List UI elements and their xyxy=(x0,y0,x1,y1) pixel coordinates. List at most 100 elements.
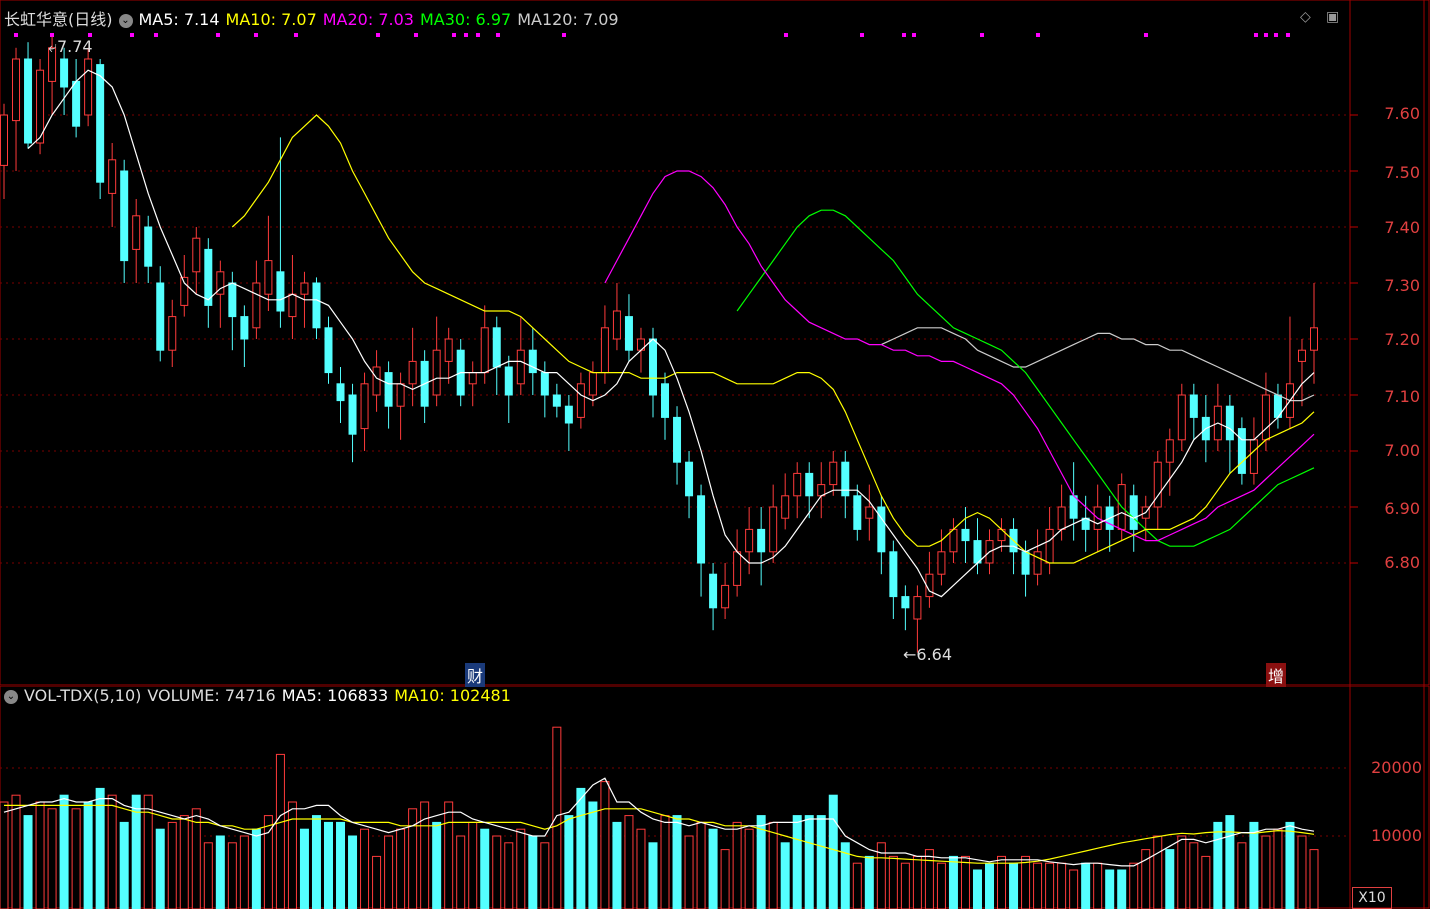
volume-bar xyxy=(576,787,586,909)
equity-increase-marker[interactable]: 增 xyxy=(1266,663,1287,687)
volume-bar xyxy=(744,828,754,909)
financial-report-marker[interactable]: 财 xyxy=(465,663,486,687)
toggle-circle-icon[interactable]: ⌄ xyxy=(4,689,18,704)
event-dot xyxy=(860,33,864,37)
candle-body xyxy=(564,405,573,424)
candle-body xyxy=(240,316,249,340)
ma5-label: MA5: 7.14 xyxy=(138,10,220,29)
candle-body xyxy=(1189,394,1198,418)
volume-bar xyxy=(1261,835,1271,909)
volume-bar xyxy=(816,815,826,909)
volume-unit-badge[interactable]: X10 xyxy=(1352,887,1392,909)
candle-body xyxy=(745,528,754,553)
candle-body xyxy=(600,327,609,374)
volume-bar xyxy=(660,815,670,909)
volume-bar xyxy=(155,828,165,909)
candle-body xyxy=(336,383,345,402)
volume-bar xyxy=(684,835,694,909)
volume-bar xyxy=(348,835,358,909)
price-tick: 7.20 xyxy=(1384,330,1420,349)
candle-body xyxy=(1249,439,1258,474)
volume-bar xyxy=(275,753,285,909)
price-tick: 7.60 xyxy=(1384,104,1420,123)
candle-body xyxy=(576,383,585,418)
volume-bar xyxy=(540,842,550,909)
volume-bar xyxy=(360,828,370,909)
candle-body xyxy=(444,338,453,362)
event-dot xyxy=(1274,33,1278,37)
candle-body xyxy=(360,383,369,430)
diamond-icon[interactable]: ◇ xyxy=(1300,9,1311,25)
volume-bar xyxy=(1117,869,1127,909)
candle-body xyxy=(1057,506,1066,530)
event-dot xyxy=(216,33,220,37)
volume-bar xyxy=(708,828,718,909)
candle-body xyxy=(661,383,670,418)
volume-bar xyxy=(311,815,321,909)
volume-bar xyxy=(1045,862,1055,909)
price-chart[interactable] xyxy=(0,0,1430,686)
event-dot xyxy=(476,33,480,37)
volume-bar xyxy=(215,835,225,909)
candle-body xyxy=(685,461,694,497)
candle-body xyxy=(192,237,201,273)
event-dot xyxy=(562,33,566,37)
volume-bar xyxy=(1201,855,1211,909)
volume-indicator-name[interactable]: VOL-TDX(5,10) xyxy=(24,686,141,705)
volume-chart[interactable] xyxy=(0,686,1430,909)
event-dot xyxy=(912,33,916,37)
candle-body xyxy=(108,159,117,194)
volume-tick: 10000 xyxy=(1371,826,1422,845)
volume-bar xyxy=(1165,849,1175,909)
ma20-line xyxy=(604,170,1315,542)
candle-body xyxy=(624,316,633,351)
candle-body xyxy=(384,372,393,407)
candle-body xyxy=(552,394,561,407)
volume-bar xyxy=(948,855,958,909)
candle-body xyxy=(612,310,621,340)
volume-bar xyxy=(107,794,117,909)
high-price-label: ⤶7.74 xyxy=(48,37,93,56)
candle-body xyxy=(1297,349,1306,362)
volume-bar xyxy=(624,815,634,909)
candle-body xyxy=(120,170,129,262)
candle-body xyxy=(396,383,405,407)
candle-body xyxy=(228,282,237,318)
volume-bar xyxy=(997,855,1007,909)
volume-header: ⌄ VOL-TDX(5,10) VOLUME: 74716 MA5: 106833 MA… xyxy=(4,686,517,705)
candle-body xyxy=(889,551,898,598)
candle-body xyxy=(348,394,357,435)
toggle-circle-icon[interactable]: ⌄ xyxy=(118,13,133,28)
chart-header: 长虹华意(日线) ⌄ MA5: 7.14 MA10: 7.07 MA20: 7.03 MA… xyxy=(4,6,625,30)
volume-bar xyxy=(492,835,502,909)
volume-bar xyxy=(888,855,898,909)
volume-bar xyxy=(732,821,742,909)
volume-bar xyxy=(35,801,45,909)
ma120-label: MA120: 7.09 xyxy=(517,10,619,29)
event-dot xyxy=(1254,33,1258,37)
stock-name[interactable]: 长虹华意(日线) xyxy=(4,10,113,29)
volume-bar xyxy=(648,842,658,909)
window-icon[interactable]: ▣ xyxy=(1326,9,1339,25)
candle-body xyxy=(288,293,297,318)
volume-bar xyxy=(396,828,406,909)
candle-body xyxy=(829,461,838,486)
volume-bar xyxy=(59,794,69,909)
candle-body xyxy=(588,372,597,396)
volume-bar xyxy=(1237,842,1247,909)
volume-bar xyxy=(1129,862,1139,909)
volume-bar xyxy=(11,794,21,909)
candle-body xyxy=(12,58,21,122)
volume-bar xyxy=(600,781,610,909)
event-dot xyxy=(1036,33,1040,37)
candle-body xyxy=(913,596,922,620)
price-tick: 7.50 xyxy=(1384,163,1420,182)
event-dot xyxy=(1264,33,1268,37)
volume-bar xyxy=(432,821,442,909)
candle-body xyxy=(144,226,153,267)
volume-bar xyxy=(864,855,874,909)
candle-body xyxy=(1069,495,1078,519)
volume-bar xyxy=(780,842,790,909)
candle-body xyxy=(697,495,706,564)
volume-bar xyxy=(1021,855,1031,909)
